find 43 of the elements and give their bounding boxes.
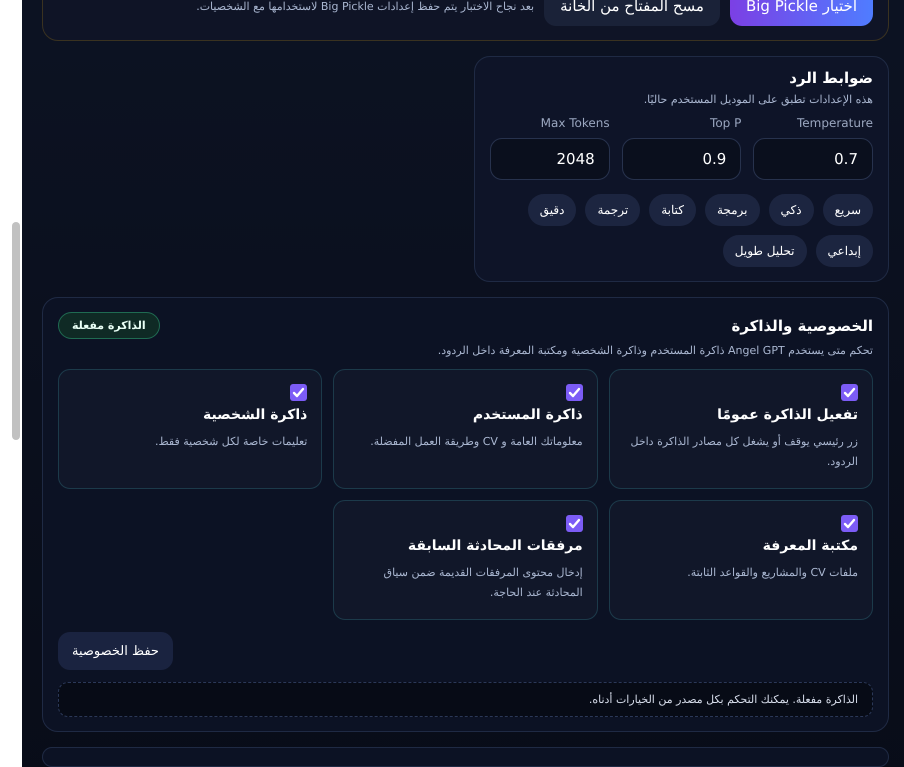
checkbox[interactable] xyxy=(566,515,583,532)
option-description: معلوماتك العامة و CV وطريقة العمل المفضلة. xyxy=(369,434,583,450)
panel-subtitle: هذه الإعدادات تطبق على الموديل المستخدم حاليًا. xyxy=(642,93,873,106)
preset-chip[interactable]: دقيق xyxy=(528,194,576,226)
option-card[interactable]: مرفقات المحادثة السابقة إدخال محتوى المرفقات القديمة ضمن سياق المحادثة عند الحاجة. xyxy=(333,500,598,620)
option-title: تفعيل الذاكرة عمومًا xyxy=(716,407,858,423)
option-description: إدخال محتوى المرفقات القديمة ضمن سياق المحادثة عند الحاجة. xyxy=(382,565,583,601)
option-title: ذاكرة الشخصية xyxy=(202,407,308,423)
save-button[interactable]: حفظ الخصوصية xyxy=(58,632,173,670)
checkbox[interactable] xyxy=(841,384,858,401)
option-card[interactable]: ذاكرة المستخدم معلوماتك العامة و CV وطريقة العمل المفضلة. xyxy=(333,369,598,489)
option-title: مكتبة المعرفة xyxy=(762,538,858,554)
panel-title: ضوابط الرد xyxy=(788,69,873,87)
field-label: Temperature xyxy=(796,116,873,130)
field-label: Top P xyxy=(709,116,742,130)
preset-chip[interactable]: كتابة xyxy=(649,194,696,226)
preset-chip[interactable]: سريع xyxy=(822,194,873,226)
option-title: ذاكرة المستخدم xyxy=(472,407,583,423)
preset-chip[interactable]: تحليل طويل xyxy=(722,235,807,267)
preset-chip[interactable]: ذكي xyxy=(768,194,814,226)
option-card[interactable]: مكتبة المعرفة ملفات CV والمشاريع والقواعد الثابتة. xyxy=(608,500,873,620)
checkbox[interactable] xyxy=(841,515,858,532)
number-field[interactable]: 0.7 xyxy=(753,138,873,180)
option-title: مرفقات المحادثة السابقة xyxy=(406,538,583,554)
option-description: زر رئيسي يوقف أو يشغل كل مصادر الذاكرة داخل الردود. xyxy=(630,433,858,470)
field-label: Max Tokens xyxy=(540,116,610,130)
info-text: بعد نجاح الاختبار يتم حفظ إعدادات Big Pickle لاستخدامها مع الشخصيات. xyxy=(196,0,534,12)
option-card[interactable]: ذاكرة الشخصية تعليمات خاصة لكل شخصية فقط. xyxy=(58,369,322,489)
preset-chip[interactable]: ترجمة xyxy=(585,194,640,226)
status-note: الذاكرة مفعلة. يمكنك التحكم بكل مصدر من الخيارات أدناه. xyxy=(58,682,873,717)
scrollbar-thumb[interactable] xyxy=(12,222,20,440)
preset-chip[interactable]: برمجة xyxy=(704,194,760,226)
panel-description: تحكم متى يستخدم Angel GPT ذاكرة المستخدم وذاكرة الشخصية ومكتبة المعرفة داخل الردود. xyxy=(436,344,873,357)
number-field[interactable]: 2048 xyxy=(490,138,610,180)
checkbox[interactable] xyxy=(290,384,308,401)
option-card[interactable]: تفعيل الذاكرة عمومًا زر رئيسي يوقف أو يشغل كل مصادر الذاكرة داخل الردود. xyxy=(608,369,873,489)
panel-title: الخصوصية والذاكرة xyxy=(731,316,873,334)
option-description: تعليمات خاصة لكل شخصية فقط. xyxy=(154,434,308,450)
number-field[interactable]: 0.9 xyxy=(622,138,742,180)
option-description: ملفات CV والمشاريع والقواعد الثابتة. xyxy=(686,565,858,581)
preset-chip[interactable]: إبداعي xyxy=(816,235,873,267)
status-badge: الذاكرة مفعلة xyxy=(58,312,160,339)
checkbox[interactable] xyxy=(566,384,583,401)
